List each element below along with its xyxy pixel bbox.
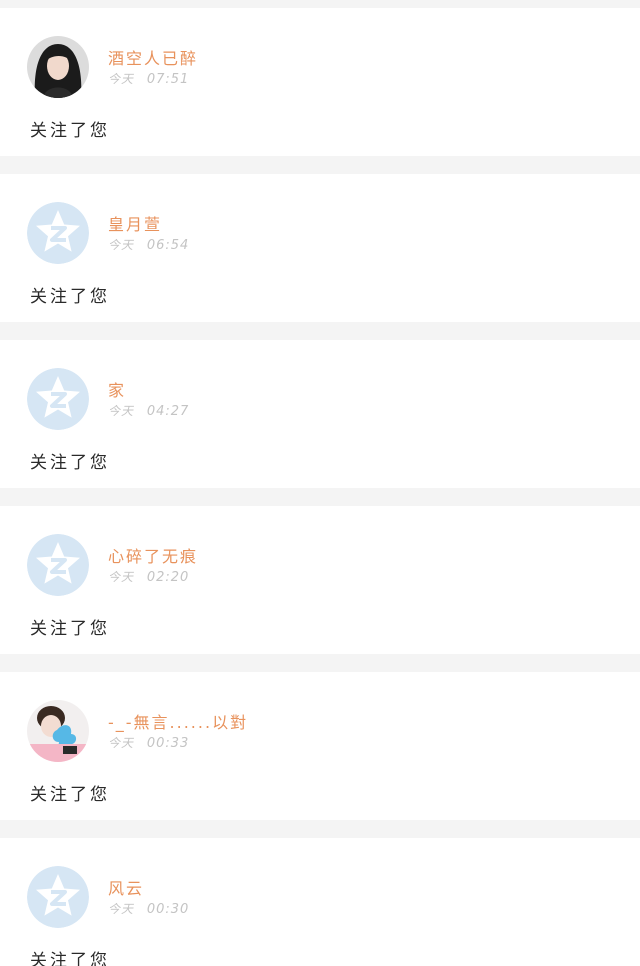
- notification-feed: 酒空人已醉 今天 07:51 关注了您 皇月萱 今天 06:54 关注了您 家 …: [0, 0, 640, 966]
- default-avatar-star-icon: [27, 866, 89, 928]
- notification-item[interactable]: 风云 今天 00:30 关注了您: [0, 838, 640, 966]
- user-name[interactable]: 心碎了无痕: [108, 543, 198, 567]
- timestamp-time: 02:20: [146, 570, 190, 585]
- notification-item[interactable]: 酒空人已醉 今天 07:51 关注了您: [0, 8, 640, 156]
- action-text: 关注了您: [30, 453, 110, 473]
- timestamp: 今天 02:20: [108, 568, 189, 585]
- user-name[interactable]: 皇月萱: [108, 211, 162, 235]
- timestamp-time: 00:33: [146, 736, 190, 751]
- timestamp: 今天 04:27: [108, 402, 189, 419]
- timestamp-time: 04:27: [146, 404, 190, 419]
- action-text: 关注了您: [30, 785, 110, 805]
- timestamp-day: 今天: [108, 902, 135, 916]
- timestamp-time: 07:51: [146, 72, 190, 87]
- avatar-photo-girl: [27, 36, 89, 98]
- default-avatar-star-icon: [27, 534, 89, 596]
- notification-item[interactable]: 家 今天 04:27 关注了您: [0, 340, 640, 488]
- timestamp-day: 今天: [108, 404, 135, 418]
- timestamp-time: 06:54: [146, 238, 190, 253]
- notification-item[interactable]: 皇月萱 今天 06:54 关注了您: [0, 174, 640, 322]
- timestamp-day: 今天: [108, 72, 135, 86]
- timestamp: 今天 00:33: [108, 734, 189, 751]
- default-avatar-star-icon: [27, 202, 89, 264]
- user-name[interactable]: 家: [108, 377, 126, 401]
- action-text: 关注了您: [30, 619, 110, 639]
- user-name[interactable]: 酒空人已醉: [108, 45, 198, 69]
- notification-item[interactable]: -_-無言......以對 今天 00:33 关注了您: [0, 672, 640, 820]
- action-text: 关注了您: [30, 121, 110, 141]
- default-avatar-star-icon: [27, 368, 89, 430]
- avatar[interactable]: [27, 866, 89, 928]
- timestamp: 今天 06:54: [108, 236, 189, 253]
- timestamp-day: 今天: [108, 238, 135, 252]
- timestamp-time: 00:30: [146, 902, 190, 917]
- avatar[interactable]: [27, 534, 89, 596]
- user-name[interactable]: -_-無言......以對: [108, 709, 248, 733]
- notification-item[interactable]: 心碎了无痕 今天 02:20 关注了您: [0, 506, 640, 654]
- timestamp: 今天 07:51: [108, 70, 189, 87]
- action-text: 关注了您: [30, 287, 110, 307]
- avatar[interactable]: [27, 368, 89, 430]
- avatar[interactable]: [27, 36, 89, 98]
- timestamp-day: 今天: [108, 736, 135, 750]
- avatar[interactable]: [27, 202, 89, 264]
- avatar[interactable]: [27, 700, 89, 762]
- user-name[interactable]: 风云: [108, 875, 144, 899]
- timestamp: 今天 00:30: [108, 900, 189, 917]
- avatar-photo-blue-flower: [27, 700, 89, 762]
- timestamp-day: 今天: [108, 570, 135, 584]
- action-text: 关注了您: [30, 951, 110, 966]
